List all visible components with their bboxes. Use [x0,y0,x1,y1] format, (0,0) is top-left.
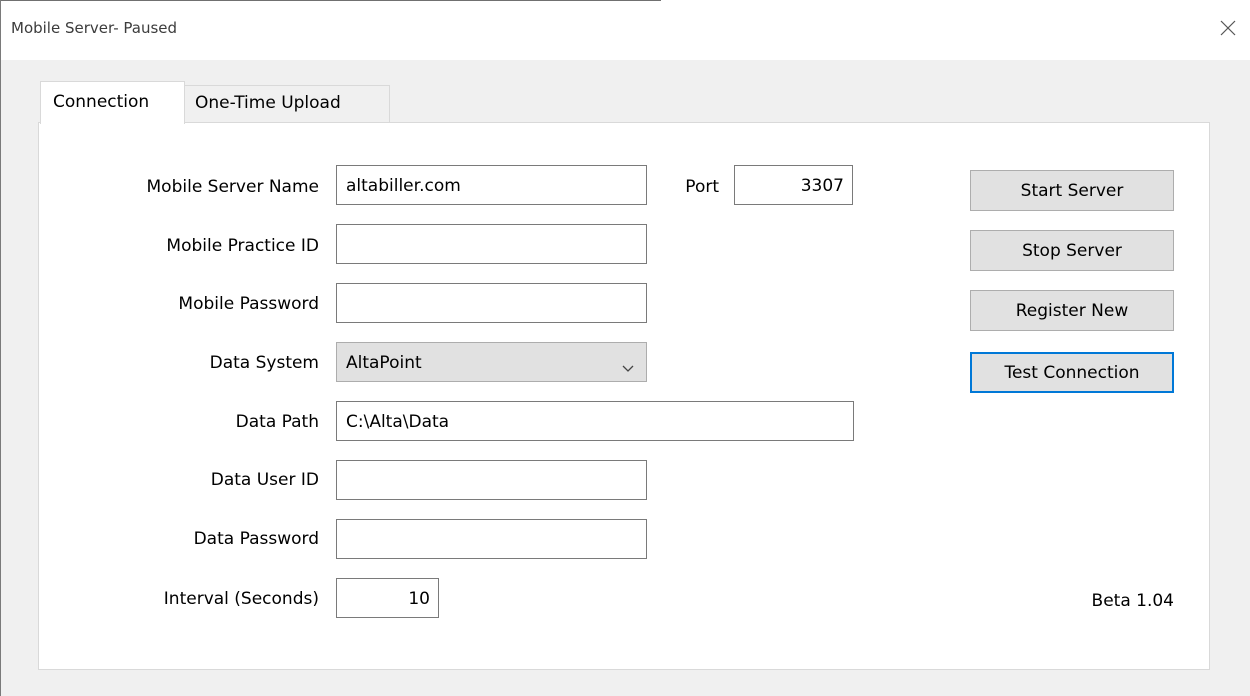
data-system-select[interactable]: AltaPoint [336,342,647,382]
interval-label: Interval (Seconds) [163,589,319,609]
close-button[interactable] [1205,0,1250,60]
tab-one-time-upload-label: One-Time Upload [195,93,341,113]
data-user-id-input[interactable] [336,460,647,500]
data-password-input[interactable] [336,519,647,559]
title-bar[interactable]: Mobile Server- Paused [1,0,1250,60]
version-label: Beta 1.04 [1091,591,1174,611]
data-user-id-label: Data User ID [210,470,319,490]
data-password-label: Data Password [193,529,319,549]
data-system-label: Data System [209,353,319,373]
practice-id-input[interactable] [336,224,647,264]
practice-id-label: Mobile Practice ID [166,236,319,256]
title-bar-edge [1,0,661,1]
stop-server-button[interactable]: Stop Server [970,230,1174,271]
interval-input[interactable]: 10 [336,578,439,618]
port-label: Port [685,177,719,197]
data-path-input[interactable]: C:\Alta\Data [336,401,854,441]
close-icon [1220,20,1236,40]
data-system-value: AltaPoint [346,353,422,373]
tab-one-time-upload[interactable]: One-Time Upload [184,85,390,123]
register-new-button[interactable]: Register New [970,290,1174,331]
app-window: Mobile Server- Paused Connection One-Tim… [0,0,1250,696]
tab-connection-label: Connection [53,92,150,112]
tab-connection[interactable]: Connection [40,81,185,124]
data-path-label: Data Path [235,412,319,432]
chevron-down-icon [622,358,634,378]
start-server-button[interactable]: Start Server [970,170,1174,211]
test-connection-button[interactable]: Test Connection [970,352,1174,393]
window-title: Mobile Server- Paused [11,19,178,37]
server-name-label: Mobile Server Name [146,177,319,197]
port-input[interactable]: 3307 [734,165,853,205]
mobile-password-input[interactable] [336,283,647,323]
mobile-password-label: Mobile Password [178,294,319,314]
